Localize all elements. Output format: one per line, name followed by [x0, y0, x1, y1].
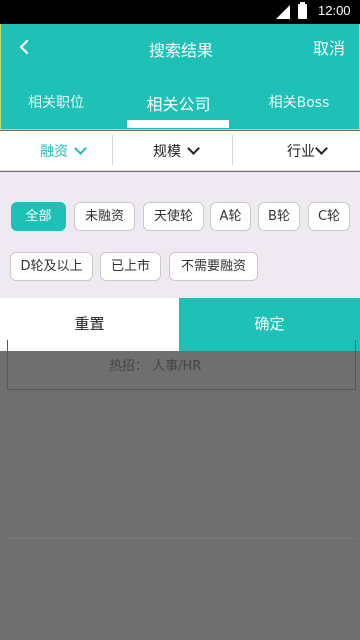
page-title: 搜索结果: [148, 41, 213, 60]
divider: [232, 135, 233, 165]
funding-option-no-funding-needed[interactable]: 不需要融资: [169, 252, 258, 281]
signal-icon: [276, 5, 290, 19]
filter-bar: 融资 规模 行业: [0, 131, 360, 171]
filter-funding-label: 融资: [40, 144, 68, 160]
divider: [7, 538, 356, 539]
cancel-button[interactable]: 取消: [313, 35, 345, 59]
filter-industry[interactable]: 行业: [287, 141, 328, 161]
funding-option-b[interactable]: B轮: [258, 202, 300, 231]
divider: [112, 135, 113, 165]
filter-funding[interactable]: 融资: [40, 141, 87, 161]
chevron-down-icon: [315, 142, 328, 155]
header: 搜索结果 取消 相关职位 相关公司 相关Boss: [0, 24, 360, 130]
filter-scale-label: 规模: [153, 144, 181, 160]
filter-industry-label: 行业: [287, 144, 315, 160]
battery-icon: [298, 2, 307, 19]
funding-options-panel: 全部 未融资 天使轮 A轮 B轮 C轮 D轮及以上 已上市 不需要融资: [0, 172, 360, 298]
funding-option-a[interactable]: A轮: [210, 202, 251, 231]
hot-jobs-text: 热招： 人事/HR: [109, 359, 202, 374]
chevron-down-icon: [187, 142, 200, 155]
active-tab-indicator: [127, 120, 229, 128]
funding-option-listed[interactable]: 已上市: [100, 252, 161, 281]
tab-related-boss[interactable]: 相关Boss: [239, 92, 359, 112]
status-time: 12:00: [318, 3, 351, 18]
funding-option-unfunded[interactable]: 未融资: [74, 202, 135, 231]
chevron-down-icon: [74, 142, 87, 155]
status-bar: 12:00: [0, 0, 360, 24]
funding-option-angel[interactable]: 天使轮: [143, 202, 204, 231]
funding-option-c[interactable]: C轮: [308, 202, 350, 231]
funding-option-d-plus[interactable]: D轮及以上: [10, 252, 93, 281]
filter-scale[interactable]: 规模: [153, 141, 200, 161]
tab-related-jobs[interactable]: 相关职位: [1, 92, 111, 112]
tab-related-companies[interactable]: 相关公司: [121, 91, 236, 115]
funding-option-all[interactable]: 全部: [11, 202, 66, 231]
